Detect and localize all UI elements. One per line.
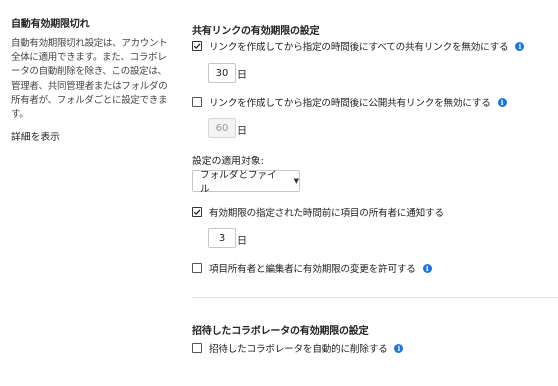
allow-change-checkbox[interactable] [192, 263, 202, 273]
shared-link-expiration-title: 共有リンクの有効期限の設定 [192, 26, 320, 37]
auto-remove-collaborators-option: 招待したコラボレータを自動的に削除する i [192, 341, 404, 355]
section-description: 自動有効期限切れ設定は、アカウント全体に適用できます。また、コラボレータの自動削… [11, 38, 168, 121]
expire-public-links-option: リンクを作成してから指定の時間後に公開共有リンクを無効にする i [192, 95, 507, 109]
notify-days-unit: 日 [237, 236, 247, 247]
info-icon[interactable]: i [394, 343, 404, 353]
allow-change-label: 項目所有者と編集者に有効期限の変更を許可する [209, 264, 416, 275]
expire-public-days-unit: 日 [237, 126, 247, 137]
allow-change-option: 項目所有者と編集者に有効期限の変更を許可する i [192, 261, 432, 275]
auto-remove-collaborators-checkbox[interactable] [192, 343, 202, 353]
apply-to-dropdown[interactable]: フォルダとファイル ▼ [192, 170, 300, 195]
section-title: 自動有効期限切れ [11, 19, 90, 30]
apply-to-label: 設定の適用対象: [192, 156, 264, 167]
notify-owner-label: 有効期限の指定された時間前に項目の所有者に通知する [209, 208, 444, 219]
expire-public-links-label: リンクを作成してから指定の時間後に公開共有リンクを無効にする [209, 98, 491, 109]
expire-public-links-checkbox[interactable] [192, 97, 202, 107]
notify-owner-checkbox[interactable] [192, 207, 202, 217]
checkmark-icon [193, 209, 201, 216]
info-icon[interactable]: i [422, 263, 432, 273]
details-link[interactable]: 詳細を表示 [11, 129, 60, 143]
auto-remove-collaborators-label: 招待したコラボレータを自動的に削除する [209, 344, 388, 355]
apply-to-dropdown-value: フォルダとファイル [200, 170, 277, 195]
info-icon[interactable]: i [497, 97, 507, 107]
expire-all-shared-links-option: リンクを作成してから指定の時間後にすべての共有リンクを無効にする i [192, 39, 525, 53]
collaborator-expiration-title: 招待したコラボレータの有効期限の設定 [192, 326, 369, 337]
expire-all-shared-links-label: リンクを作成してから指定の時間後にすべての共有リンクを無効にする [209, 42, 509, 53]
notify-owner-option: 有効期限の指定された時間前に項目の所有者に通知する [192, 205, 444, 219]
expire-all-shared-links-checkbox[interactable] [192, 41, 202, 51]
section-divider [192, 297, 558, 298]
expire-all-days-unit: 日 [237, 70, 247, 81]
expire-all-days-input[interactable]: 30 [208, 63, 236, 83]
expire-public-days-input[interactable]: 60 [208, 118, 236, 138]
checkmark-icon [193, 43, 201, 50]
info-icon[interactable]: i [515, 41, 525, 51]
caret-down-icon: ▼ [293, 177, 299, 185]
notify-days-input[interactable]: 3 [208, 228, 236, 248]
